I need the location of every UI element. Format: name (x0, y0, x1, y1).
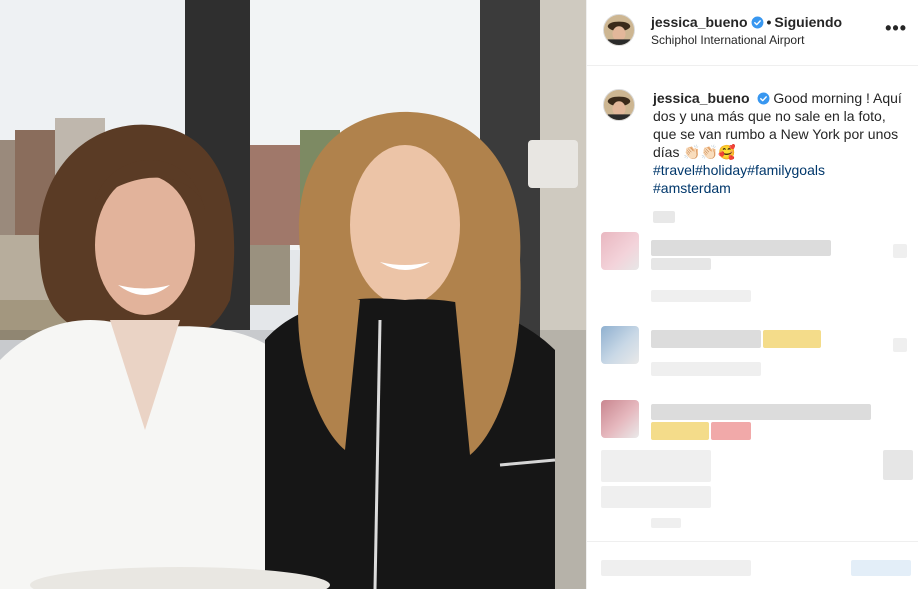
post-header: jessica_bueno • Siguiendo Schiphol Interna… (587, 0, 918, 66)
more-options-icon[interactable]: ••• (885, 18, 907, 39)
comment-text-blurred (651, 330, 761, 348)
comment-text-blurred (651, 404, 871, 420)
caption-username[interactable]: jessica_bueno (653, 90, 750, 106)
post-side-panel: jessica_bueno • Siguiendo Schiphol Interna… (586, 0, 918, 589)
comment-avatar-blurred (601, 400, 639, 438)
author-username[interactable]: jessica_bueno (651, 14, 748, 30)
caption-author-avatar[interactable] (603, 89, 635, 121)
comment-text-blurred (651, 240, 831, 256)
caption-hashtags[interactable]: #travel#holiday#familygoals (653, 162, 825, 178)
comment-meta-blurred (651, 290, 751, 302)
comment-meta-blurred (651, 362, 761, 376)
caption-hashtag-amsterdam[interactable]: #amsterdam (653, 180, 731, 196)
separator-dot: • (766, 14, 772, 30)
like-icon-blurred (893, 244, 907, 258)
comment-text-blurred (601, 486, 711, 508)
post-photo[interactable] (0, 0, 586, 589)
avatar-image (604, 90, 634, 120)
caption-timestamp-blurred (653, 211, 675, 223)
comment-text-blurred (601, 450, 711, 482)
post-caption: jessica_bueno Good morning ! Aquí dos y … (653, 89, 909, 197)
avatar-image (604, 15, 634, 45)
following-button[interactable]: Siguiendo (774, 14, 842, 30)
comment-meta-blurred (651, 518, 681, 528)
comment-emoji-blurred (711, 422, 751, 440)
comment-avatar-blurred (601, 326, 639, 364)
photo-illustration (0, 0, 586, 589)
post-location[interactable]: Schiphol International Airport (651, 33, 804, 47)
comment-avatar-blurred (601, 232, 639, 270)
comment-emoji-blurred (651, 422, 709, 440)
comment-text-blurred (651, 258, 711, 270)
verified-badge-icon (751, 16, 763, 29)
verified-badge-icon (757, 92, 769, 105)
action-bar-divider (587, 541, 918, 542)
action-bar-blurred (601, 560, 751, 576)
like-icon-blurred (893, 338, 907, 352)
comment-emoji-blurred (763, 330, 821, 348)
author-avatar[interactable] (603, 14, 635, 46)
action-bar-blurred (851, 560, 911, 576)
header-title-line: jessica_bueno • Siguiendo (651, 14, 842, 30)
like-icon-blurred (883, 450, 913, 480)
